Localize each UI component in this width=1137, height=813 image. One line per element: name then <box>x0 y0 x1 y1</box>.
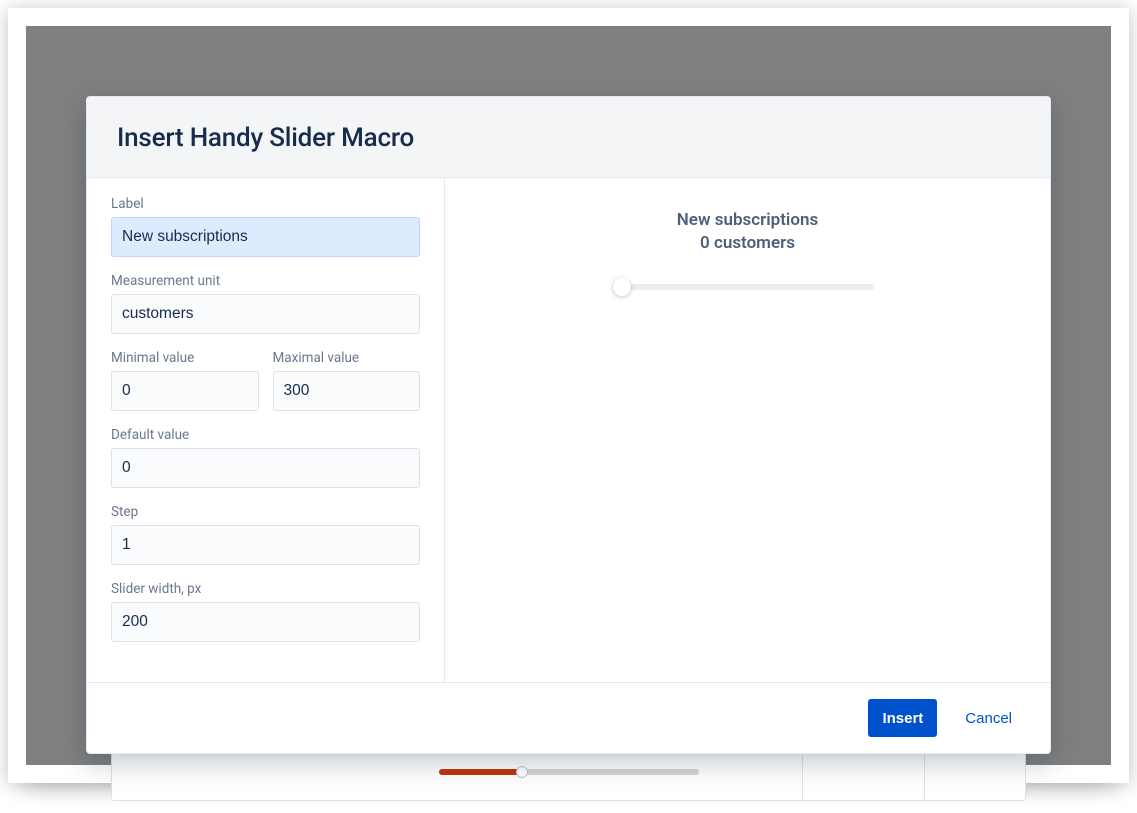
width-label: Slider width, px <box>111 581 420 597</box>
step-input[interactable] <box>111 525 420 565</box>
max-label: Maximal value <box>273 350 421 366</box>
label-input[interactable] <box>111 217 420 257</box>
width-input[interactable] <box>111 602 420 642</box>
field-width: Slider width, px <box>111 581 420 642</box>
preview-slider-track <box>622 284 874 290</box>
insert-button[interactable]: Insert <box>868 699 937 737</box>
modal-backdrop: customers. Insert Handy Slider Macro Lab… <box>26 26 1111 765</box>
min-label: Minimal value <box>111 350 259 366</box>
modal-footer: Insert Cancel <box>87 682 1050 753</box>
field-label: Label <box>111 196 420 257</box>
field-unit: Measurement unit <box>111 273 420 334</box>
minmax-row: Minimal value Maximal value <box>111 350 420 427</box>
default-label: Default value <box>111 427 420 443</box>
max-input[interactable] <box>273 371 421 411</box>
unit-input[interactable] <box>111 294 420 334</box>
step-label: Step <box>111 504 420 520</box>
preview-value-text: 0 customers <box>469 233 1026 253</box>
label-label: Label <box>111 196 420 212</box>
form-panel: Label Measurement unit Minimal value <box>87 178 445 682</box>
modal-title: Insert Handy Slider Macro <box>117 123 1020 153</box>
preview-slider-thumb[interactable] <box>613 278 631 296</box>
preview-title: New subscriptions <box>469 210 1026 230</box>
field-step: Step <box>111 504 420 565</box>
background-slider <box>439 769 699 775</box>
field-min: Minimal value <box>111 350 259 411</box>
modal-header: Insert Handy Slider Macro <box>87 97 1050 178</box>
preview-panel: New subscriptions 0 customers <box>445 178 1050 682</box>
cancel-button[interactable]: Cancel <box>951 699 1026 737</box>
insert-macro-modal: Insert Handy Slider Macro Label Measurem… <box>86 96 1051 754</box>
default-input[interactable] <box>111 448 420 488</box>
field-default: Default value <box>111 427 420 488</box>
modal-body: Label Measurement unit Minimal value <box>87 178 1050 682</box>
min-input[interactable] <box>111 371 259 411</box>
unit-label: Measurement unit <box>111 273 420 289</box>
field-max: Maximal value <box>273 350 421 411</box>
background-slider-fill <box>439 769 522 775</box>
outer-frame: customers. Insert Handy Slider Macro Lab… <box>8 8 1129 783</box>
preview-slider[interactable] <box>622 281 874 293</box>
background-slider-thumb <box>516 766 528 778</box>
